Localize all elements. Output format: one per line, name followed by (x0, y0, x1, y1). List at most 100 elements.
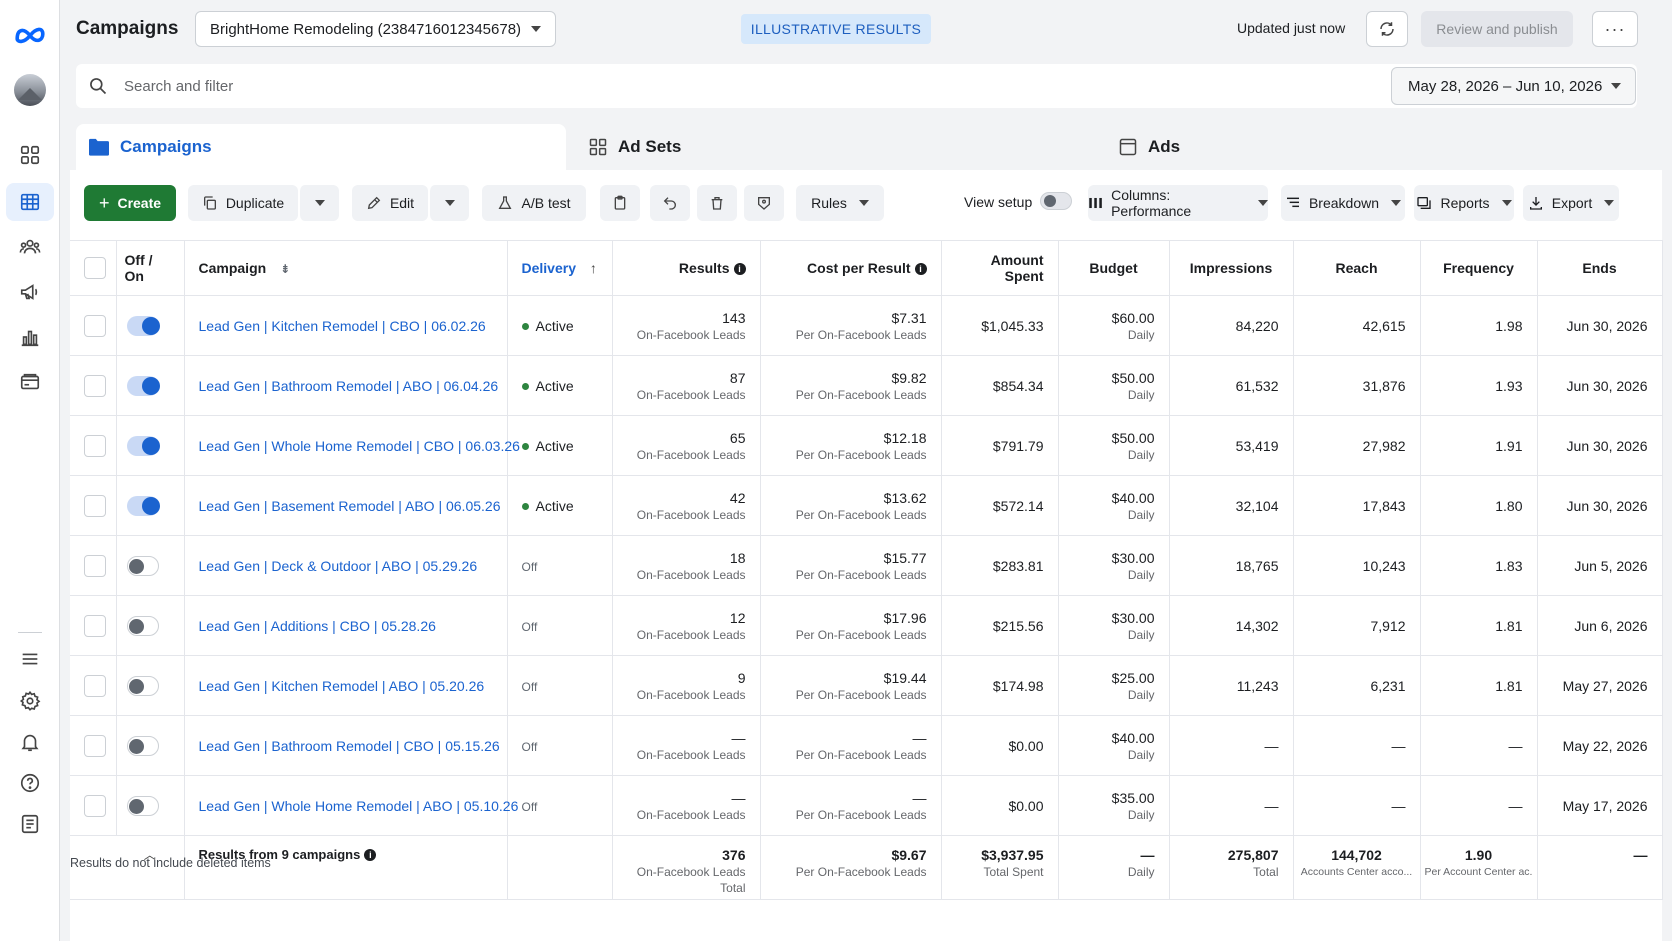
campaign-name-link[interactable]: Lead Gen | Bathroom Remodel | ABO | 06.0… (199, 378, 499, 394)
breakdown-button[interactable]: Breakdown (1281, 185, 1405, 221)
row-checkbox[interactable] (84, 674, 106, 697)
campaign-name-link[interactable]: Lead Gen | Additions | CBO | 05.28.26 (199, 618, 436, 634)
rules-button[interactable]: Rules (796, 185, 884, 221)
account-selector[interactable]: BrightHome Remodeling (2384716012345678) (195, 11, 556, 47)
campaign-toggle[interactable] (126, 435, 160, 456)
undo-button[interactable] (650, 185, 690, 221)
row-checkbox[interactable] (84, 734, 106, 757)
duplicate-button[interactable]: Duplicate (188, 185, 298, 221)
delete-button[interactable] (697, 185, 737, 221)
col-budget[interactable]: Budget (1058, 240, 1170, 296)
col-amount-spent[interactable]: Amount Spent (941, 240, 1059, 296)
overview-grid-icon[interactable] (16, 141, 44, 169)
campaign-name-link[interactable]: Lead Gen | Bathroom Remodel | CBO | 05.1… (199, 738, 500, 754)
table-row[interactable]: Lead Gen | Kitchen Remodel | CBO | 06.02… (70, 295, 1663, 356)
col-impressions[interactable]: Impressions (1169, 240, 1294, 296)
col-delivery[interactable]: Delivery ↑ (507, 240, 613, 296)
tab-ad-sets[interactable]: Ad Sets (576, 124, 1096, 170)
table-row[interactable]: Lead Gen | Bathroom Remodel | CBO | 05.1… (70, 715, 1663, 776)
info-icon[interactable]: i (364, 849, 377, 862)
row-toggle-cell (116, 775, 185, 836)
campaign-toggle[interactable] (126, 555, 159, 576)
feedback-report-icon[interactable] (16, 810, 44, 838)
row-checkbox[interactable] (84, 614, 106, 637)
campaign-name-link[interactable]: Lead Gen | Basement Remodel | ABO | 06.0… (199, 498, 501, 514)
campaign-toggle[interactable] (126, 735, 159, 756)
updated-status: Updated just now (1237, 20, 1346, 36)
analytics-chart-icon[interactable] (16, 323, 44, 351)
more-options-button[interactable]: ··· (1592, 11, 1638, 47)
campaign-name-link[interactable]: Lead Gen | Whole Home Remodel | ABO | 05… (199, 798, 519, 814)
campaign-name-link[interactable]: Lead Gen | Kitchen Remodel | CBO | 06.02… (199, 318, 486, 334)
avatar[interactable] (14, 74, 46, 106)
table-row[interactable]: Lead Gen | Deck & Outdoor | ABO | 05.29.… (70, 535, 1663, 596)
table-row[interactable]: Lead Gen | Whole Home Remodel | CBO | 06… (70, 415, 1663, 476)
help-icon[interactable] (16, 769, 44, 797)
table-row[interactable]: Lead Gen | Kitchen Remodel | ABO | 05.20… (70, 655, 1663, 716)
row-checkbox[interactable] (84, 434, 106, 457)
audiences-icon[interactable] (16, 233, 44, 261)
totals-frequency-sub: Per Account Center ac... (1424, 866, 1533, 878)
col-cost-per-result[interactable]: Cost per Result i (760, 240, 942, 296)
select-all-checkbox[interactable] (84, 257, 106, 279)
gear-icon[interactable] (16, 687, 44, 715)
meta-logo-icon[interactable] (14, 20, 46, 48)
ab-test-button[interactable]: A/B test (482, 185, 586, 221)
edit-dropdown-button[interactable] (429, 185, 469, 221)
info-icon[interactable]: i (733, 263, 746, 276)
date-range-picker[interactable]: May 28, 2026 – Jun 10, 2026 (1391, 67, 1636, 105)
cpr-cell: $15.77 Per On-Facebook Leads (760, 535, 942, 596)
row-checkbox[interactable] (84, 314, 106, 337)
megaphone-icon[interactable] (16, 278, 44, 306)
col-campaign[interactable]: Campaign ⇟ (184, 240, 508, 296)
campaigns-table-icon[interactable] (16, 188, 44, 216)
row-checkbox[interactable] (84, 494, 106, 517)
refresh-button[interactable] (1366, 11, 1408, 47)
campaign-toggle[interactable] (126, 375, 160, 396)
impressions-cell: — (1169, 715, 1294, 776)
review-and-publish-button[interactable]: Review and publish (1421, 11, 1573, 47)
col-offon[interactable]: Off / On (116, 240, 185, 296)
campaign-name-link[interactable]: Lead Gen | Deck & Outdoor | ABO | 05.29.… (199, 558, 478, 574)
tab-ads[interactable]: Ads (1106, 124, 1646, 170)
billing-icon[interactable] (16, 368, 44, 396)
search-input[interactable] (124, 74, 724, 98)
col-results[interactable]: Results i (612, 240, 761, 296)
view-setup-toggle[interactable] (1040, 192, 1072, 210)
totals-budget: — (1140, 847, 1155, 863)
table-row[interactable]: Lead Gen | Bathroom Remodel | ABO | 06.0… (70, 355, 1663, 416)
edit-button[interactable]: Edit (352, 185, 428, 221)
tab-campaigns[interactable]: Campaigns (76, 124, 566, 170)
delivery-cell: Active (507, 475, 613, 536)
reach-cell: 42,615 (1293, 295, 1421, 356)
bell-icon[interactable] (16, 728, 44, 756)
duplicate-dropdown-button[interactable] (299, 185, 339, 221)
campaign-toggle[interactable] (126, 795, 159, 816)
tag-button[interactable] (744, 185, 784, 221)
campaign-toggle[interactable] (126, 315, 160, 336)
table-row[interactable]: Lead Gen | Additions | CBO | 05.28.26 Of… (70, 595, 1663, 656)
campaign-name-link[interactable]: Lead Gen | Whole Home Remodel | CBO | 06… (199, 438, 520, 454)
reports-button[interactable]: Reports (1414, 185, 1514, 221)
col-reach[interactable]: Reach (1293, 240, 1421, 296)
row-checkbox[interactable] (84, 374, 106, 397)
menu-icon[interactable] (16, 645, 44, 673)
clipboard-button[interactable] (600, 185, 640, 221)
spent-value: $215.56 (992, 617, 1044, 634)
campaign-toggle[interactable] (126, 495, 160, 516)
export-button[interactable]: Export (1523, 185, 1619, 221)
ad-square-icon (1119, 138, 1137, 156)
row-checkbox[interactable] (84, 554, 106, 577)
columns-button[interactable]: Columns: Performance (1088, 185, 1268, 221)
campaign-toggle[interactable] (126, 615, 159, 636)
info-icon[interactable]: i (914, 263, 927, 276)
table-row[interactable]: Lead Gen | Whole Home Remodel | ABO | 05… (70, 775, 1663, 836)
col-ends[interactable]: Ends (1537, 240, 1663, 296)
ends-value: Jun 30, 2026 (1566, 437, 1648, 454)
campaign-toggle[interactable] (126, 675, 159, 696)
create-button[interactable]: + Create (84, 185, 176, 221)
col-frequency[interactable]: Frequency (1420, 240, 1538, 296)
campaign-name-link[interactable]: Lead Gen | Kitchen Remodel | ABO | 05.20… (199, 678, 485, 694)
table-row[interactable]: Lead Gen | Basement Remodel | ABO | 06.0… (70, 475, 1663, 536)
row-checkbox[interactable] (84, 794, 106, 817)
